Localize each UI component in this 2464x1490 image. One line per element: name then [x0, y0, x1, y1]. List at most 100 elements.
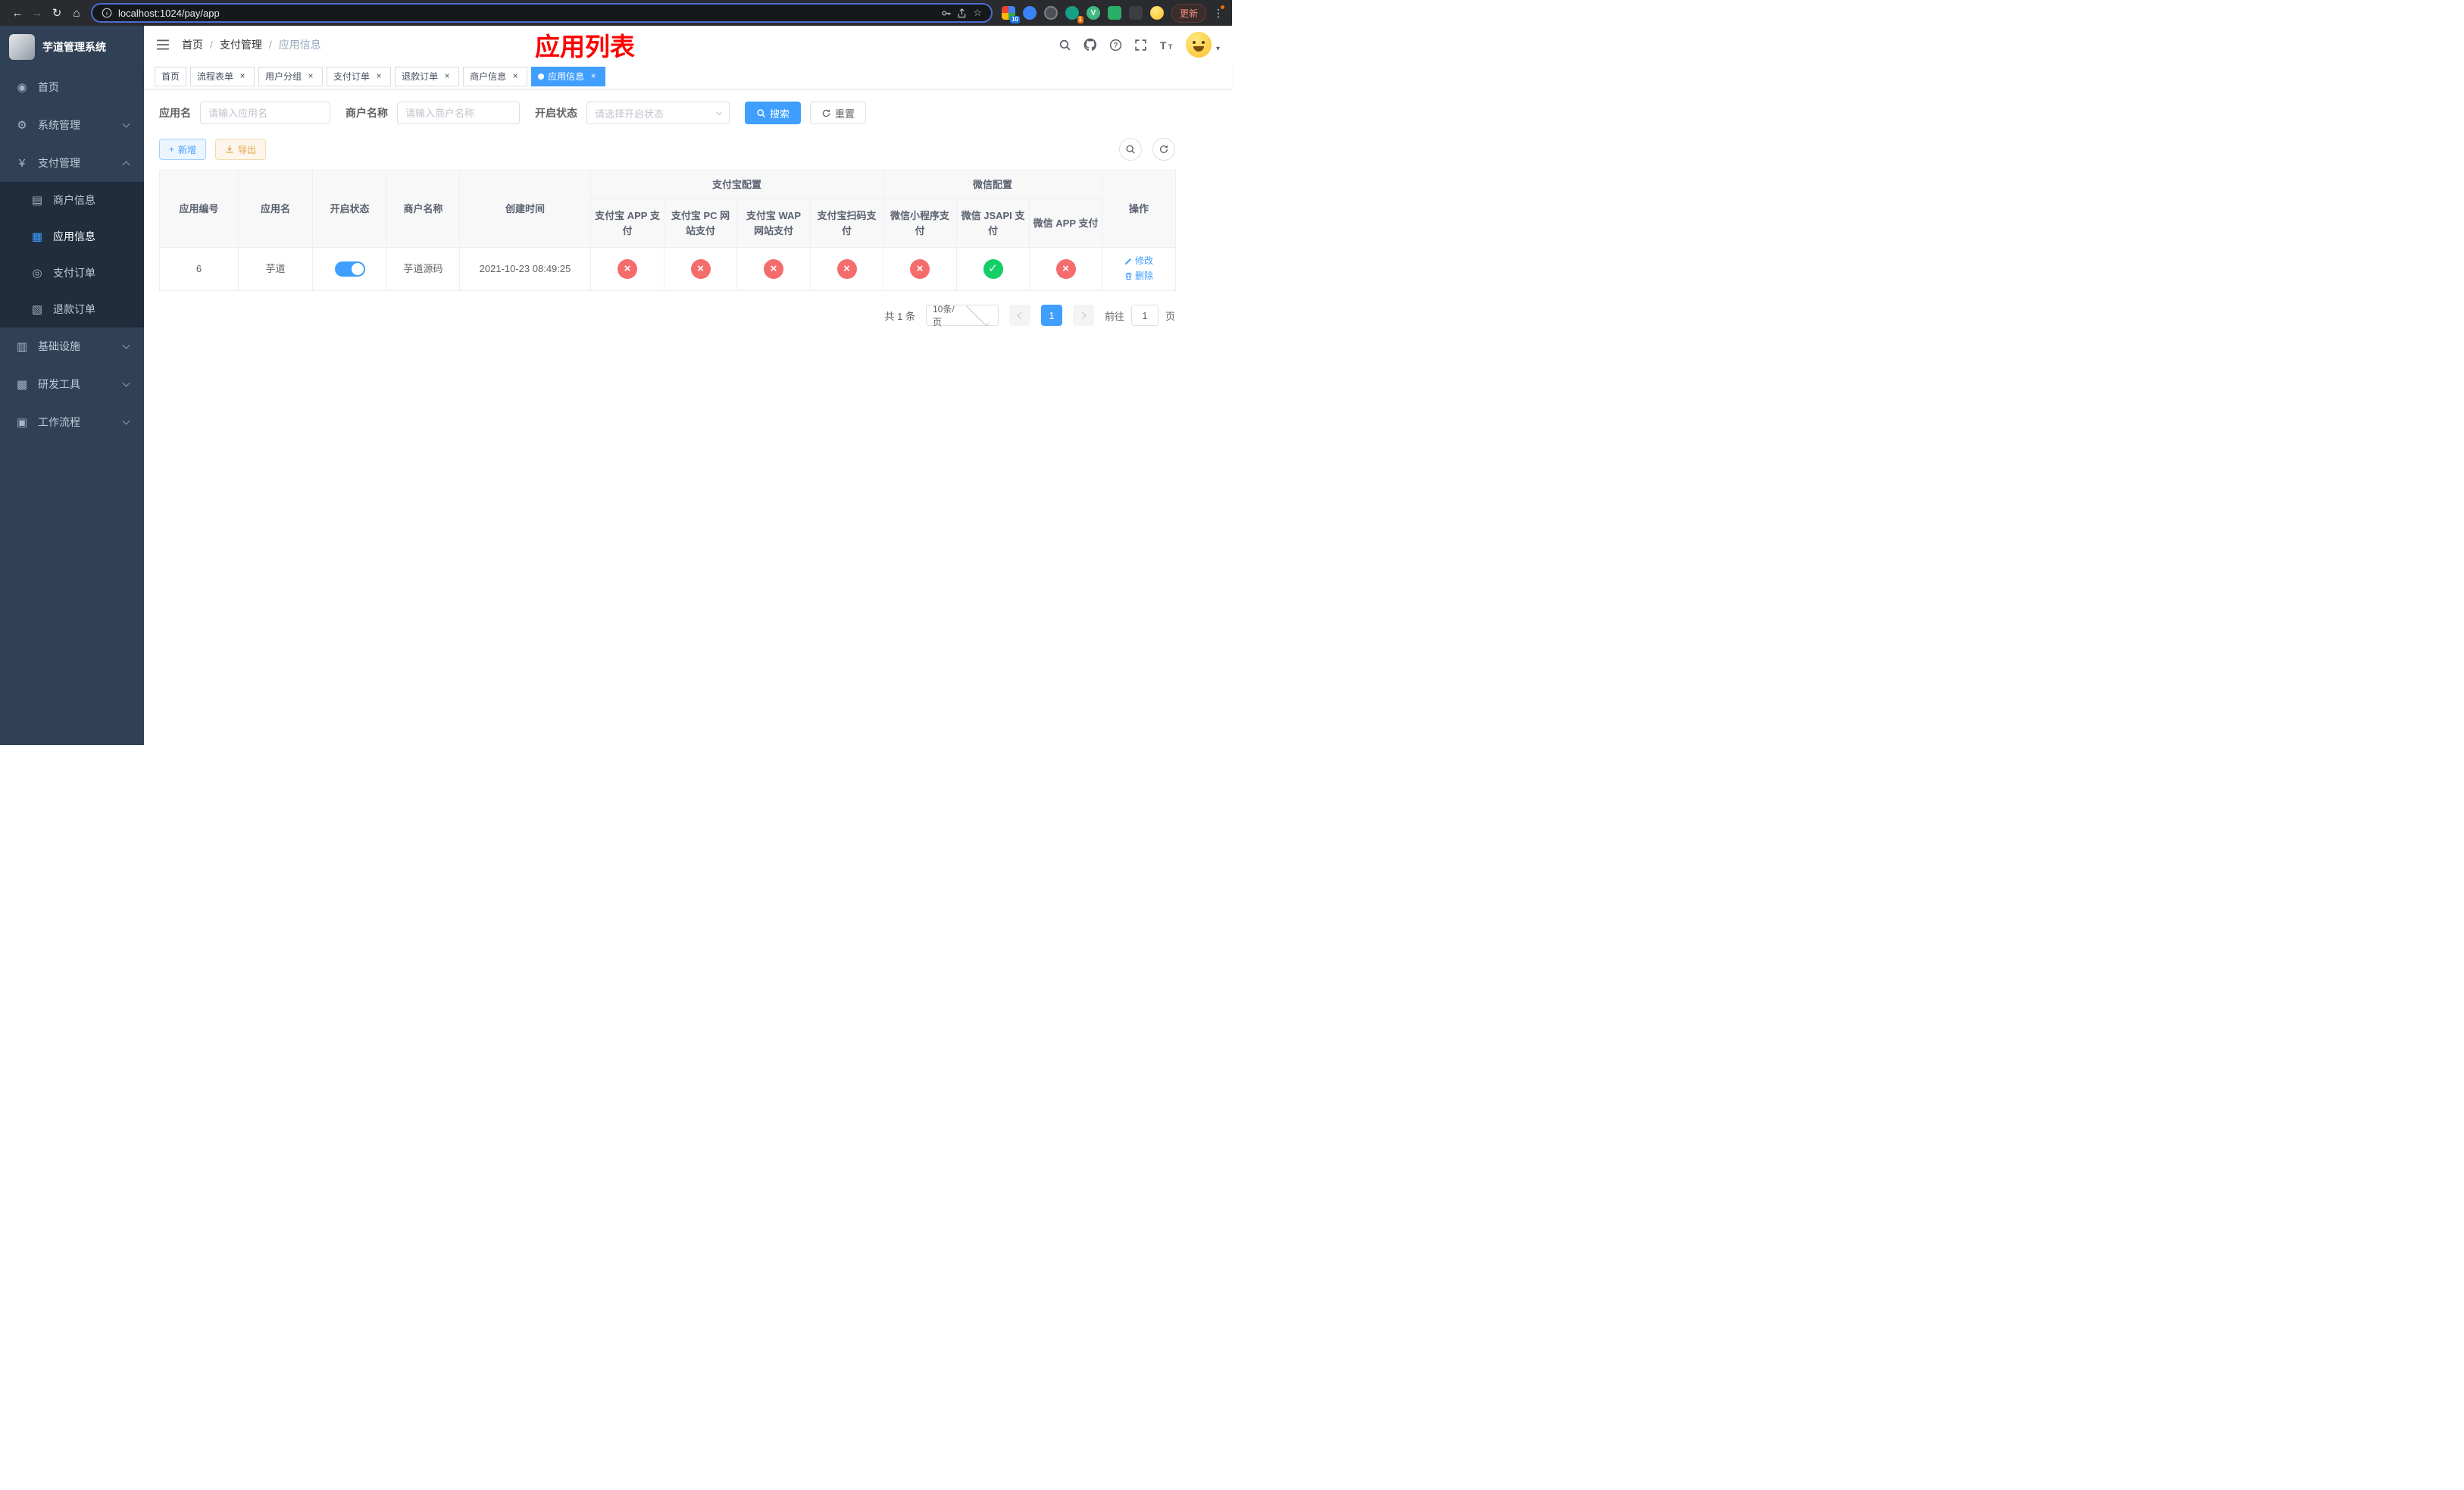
close-icon[interactable]: ×: [374, 70, 384, 82]
browser-menu-icon[interactable]: ⋮: [1212, 5, 1224, 20]
sidebar-item-首页[interactable]: ◉ 首页: [0, 68, 144, 106]
export-button-label: 导出: [238, 144, 257, 155]
merchant-name-input[interactable]: [397, 102, 520, 124]
browser-reload-button[interactable]: ↻: [47, 3, 67, 23]
delete-button[interactable]: 删除: [1124, 269, 1153, 283]
sidebar-item-应用信息[interactable]: ▦ 应用信息: [0, 218, 144, 255]
edit-button[interactable]: 修改: [1124, 254, 1153, 268]
merchant-name-label: 商户名称: [346, 107, 388, 119]
sidebar-item-label: 应用信息: [53, 230, 95, 243]
tab-支付订单[interactable]: 支付订单 ×: [327, 66, 392, 86]
sidebar-item-支付管理[interactable]: ¥ 支付管理: [0, 144, 144, 182]
breadcrumb-separator: /: [210, 39, 213, 51]
breadcrumb-pay[interactable]: 支付管理: [220, 37, 262, 52]
extension-translate-icon[interactable]: 1: [1065, 6, 1083, 23]
sidebar-item-基础设施[interactable]: ▥ 基础设施: [0, 327, 144, 365]
search-icon[interactable]: [1058, 39, 1071, 52]
github-icon[interactable]: [1083, 38, 1097, 52]
refresh-button[interactable]: [1152, 138, 1175, 161]
chevron-down-icon: [122, 341, 130, 349]
close-icon[interactable]: ×: [237, 70, 248, 82]
tab-用户分组[interactable]: 用户分组 ×: [258, 66, 324, 86]
search-button[interactable]: 搜索: [745, 102, 802, 124]
tab-首页[interactable]: 首页: [155, 66, 187, 86]
sidebar-item-商户信息[interactable]: ▤ 商户信息: [0, 182, 144, 218]
status-switch[interactable]: [334, 261, 365, 277]
cell-created: 2021-10-23 08:49:25: [459, 247, 591, 291]
status-label: 开启状态: [535, 107, 577, 119]
next-page-button[interactable]: [1072, 305, 1094, 326]
url-text[interactable]: localhost:1024/pay/app: [118, 8, 935, 19]
sidebar-item-支付订单[interactable]: ◎ 支付订单: [0, 255, 144, 291]
browser-home-button[interactable]: ⌂: [67, 3, 86, 23]
pencil-icon: [1125, 258, 1132, 265]
share-icon[interactable]: [957, 8, 967, 18]
cross-icon: ×: [1055, 259, 1076, 279]
cell-status: [312, 247, 387, 291]
extension-green-square-icon[interactable]: [1107, 6, 1121, 20]
column-header-alipay-wap: 支付宝 WAP 网站支付: [736, 199, 811, 248]
tab-label: 用户分组: [265, 71, 302, 82]
column-header-alipay-app: 支付宝 APP 支付: [590, 199, 664, 248]
toggle-search-button[interactable]: [1119, 138, 1142, 161]
column-header-app-name: 应用名: [238, 170, 313, 248]
edit-label: 修改: [1135, 255, 1154, 266]
cross-icon: ×: [836, 259, 857, 279]
extension-vue-icon[interactable]: V: [1086, 6, 1100, 20]
sidebar-logo[interactable]: 芋道管理系统: [0, 26, 144, 68]
sidebar-item-研发工具[interactable]: ▩ 研发工具: [0, 365, 144, 403]
reset-button[interactable]: 重置: [810, 102, 867, 124]
bookmark-star-icon[interactable]: ☆: [973, 7, 982, 19]
tab-label: 商户信息: [470, 71, 507, 82]
close-icon[interactable]: ×: [588, 70, 599, 82]
close-icon[interactable]: ×: [442, 70, 452, 82]
fullscreen-icon[interactable]: [1134, 39, 1147, 52]
tab-应用信息[interactable]: 应用信息 ×: [531, 66, 606, 86]
password-key-icon[interactable]: [941, 8, 952, 18]
status-select[interactable]: 请选择开启状态: [586, 102, 730, 124]
pagination: 共 1 条 10条/页 1 前往 页: [159, 302, 1175, 327]
chevron-down-icon: [715, 108, 723, 115]
cell-config-alipay-wap: ×: [736, 247, 811, 291]
address-bar[interactable]: localhost:1024/pay/app ☆: [91, 3, 993, 23]
site-info-icon[interactable]: [102, 8, 112, 18]
cell-app-name: 芋道: [238, 247, 313, 291]
sidebar-item-工作流程[interactable]: ▣ 工作流程: [0, 403, 144, 441]
extension-emoji-icon[interactable]: [1149, 6, 1164, 20]
page-size-select[interactable]: 10条/页: [925, 302, 999, 327]
add-button[interactable]: + 新增: [159, 139, 207, 160]
goto-page-input[interactable]: [1130, 305, 1159, 326]
submenu: ▤ 商户信息 ▦ 应用信息 ◎ 支付订单 ▧ 退款订单: [0, 182, 144, 327]
svg-text:T: T: [1160, 39, 1167, 50]
browser-back-button[interactable]: ←: [8, 3, 27, 23]
font-size-icon[interactable]: TT: [1159, 39, 1174, 50]
column-header-alipay-qr: 支付宝扫码支付: [809, 199, 884, 248]
user-avatar[interactable]: [1185, 32, 1212, 58]
sidebar: 芋道管理系统 ◉ 首页 ⚙ 系统管理 ¥ 支付管理 ▤ 商户信息 ▦ 应用信息 ◎ 支付订单 ▧ 退款订单…: [0, 26, 144, 745]
tab-商户信息[interactable]: 商户信息 ×: [463, 66, 528, 86]
chevron-up-icon: [122, 161, 130, 168]
status-select-placeholder: 请选择开启状态: [595, 108, 664, 120]
prev-page-button[interactable]: [1008, 305, 1030, 326]
app-name-input[interactable]: [200, 102, 330, 124]
help-icon[interactable]: ?: [1109, 39, 1122, 52]
sidebar-item-系统管理[interactable]: ⚙ 系统管理: [0, 106, 144, 144]
hamburger-icon[interactable]: [156, 39, 170, 51]
browser-forward-button[interactable]: →: [27, 3, 47, 23]
app-name-label: 应用名: [159, 107, 191, 119]
extension-blue-icon[interactable]: [1022, 6, 1037, 20]
tab-退款订单[interactable]: 退款订单 ×: [395, 66, 460, 86]
breadcrumb-home[interactable]: 首页: [182, 37, 203, 52]
close-icon[interactable]: ×: [510, 70, 521, 82]
current-page-button[interactable]: 1: [1040, 305, 1062, 326]
extension-palette-icon[interactable]: 10: [1001, 6, 1020, 23]
export-button[interactable]: 导出: [215, 139, 267, 160]
browser-update-button[interactable]: 更新: [1171, 3, 1206, 23]
extension-dark-icon[interactable]: [1043, 6, 1058, 20]
breadcrumb-separator: /: [268, 39, 272, 51]
avatar-caret-icon[interactable]: ▾: [1216, 45, 1220, 53]
sidebar-item-退款订单[interactable]: ▧ 退款订单: [0, 291, 144, 327]
extension-pin-icon[interactable]: [1128, 6, 1143, 20]
tab-流程表单[interactable]: 流程表单 ×: [190, 66, 255, 86]
close-icon[interactable]: ×: [305, 70, 316, 82]
